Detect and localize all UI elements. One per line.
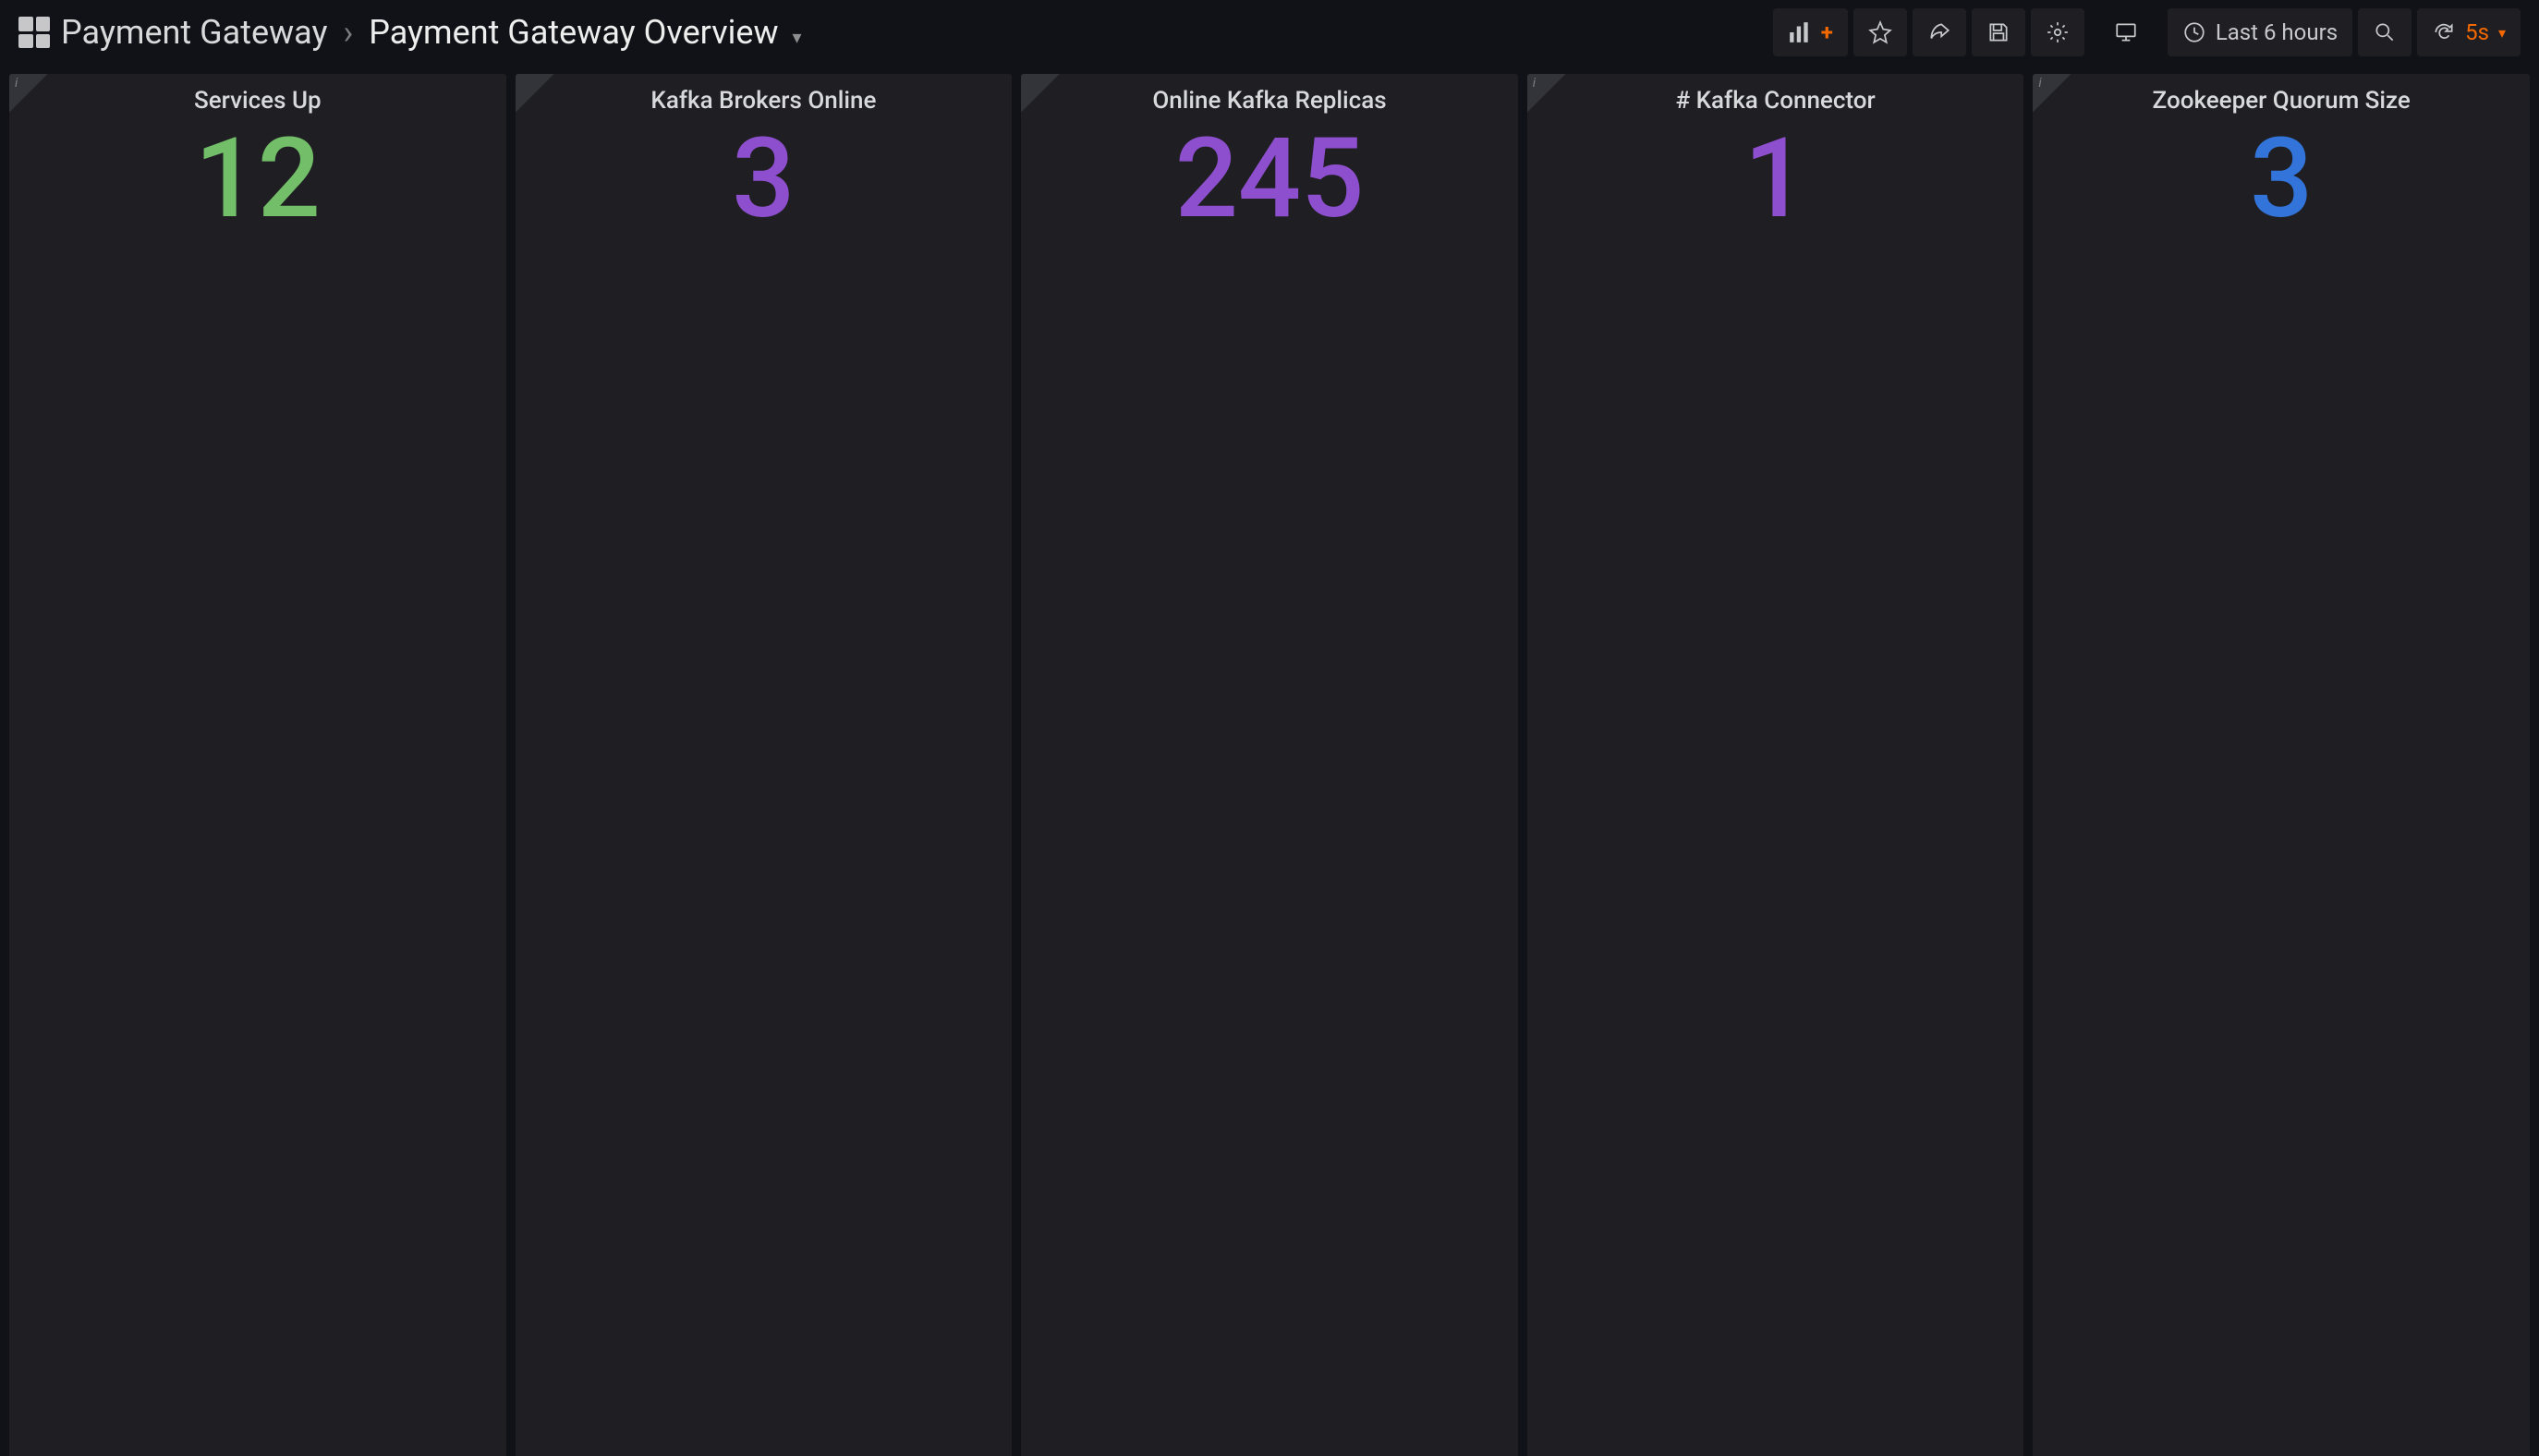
plus-icon: + <box>1821 19 1833 45</box>
panel-title: Services Up <box>9 74 506 118</box>
panel-info-icon[interactable] <box>9 74 48 113</box>
bar-chart-icon <box>1788 20 1812 44</box>
gear-icon <box>2046 20 2070 44</box>
panel-title: Kafka Brokers Online <box>516 74 1013 118</box>
star-icon <box>1868 20 1892 44</box>
stat-kafka-replicas[interactable]: Online Kafka Replicas 245 <box>1021 74 1518 1456</box>
stat-value: 3 <box>2033 118 2530 242</box>
breadcrumb[interactable]: Payment Gateway › Payment Gateway Overvi… <box>61 13 802 52</box>
dashboard-grid-icon[interactable] <box>18 17 50 48</box>
panel-title: Zookeeper Quorum Size <box>2033 74 2530 118</box>
dashboard-grid: Services Up 12 Kafka Brokers Online 3 On… <box>0 65 2539 1456</box>
monitor-icon <box>2114 20 2138 44</box>
stat-value: 1 <box>1527 118 2024 242</box>
refresh-button[interactable]: 5s ▾ <box>2417 8 2521 56</box>
refresh-interval-label: 5s <box>2465 19 2489 45</box>
save-button[interactable] <box>1972 8 2025 56</box>
breadcrumb-root[interactable]: Payment Gateway <box>61 13 328 52</box>
stat-value: 245 <box>1021 118 1518 242</box>
add-panel-button[interactable]: + <box>1773 8 1848 56</box>
panel-title: # Kafka Connector <box>1527 74 2024 118</box>
breadcrumb-current[interactable]: Payment Gateway Overview <box>369 13 778 52</box>
share-button[interactable] <box>1913 8 1966 56</box>
cycle-view-button[interactable] <box>2099 8 2153 56</box>
topbar: Payment Gateway › Payment Gateway Overvi… <box>0 0 2539 65</box>
stat-services-up[interactable]: Services Up 12 <box>9 74 506 1456</box>
share-icon <box>1927 20 1951 44</box>
zoom-out-button[interactable] <box>2358 8 2411 56</box>
panel-info-icon[interactable] <box>2033 74 2071 113</box>
panel-title: Online Kafka Replicas <box>1021 74 1518 118</box>
refresh-icon <box>2432 20 2456 44</box>
stat-kafka-brokers[interactable]: Kafka Brokers Online 3 <box>516 74 1013 1456</box>
save-icon <box>1986 20 2011 44</box>
chevron-right-icon: › <box>343 13 353 52</box>
topbar-left: Payment Gateway › Payment Gateway Overvi… <box>18 13 1764 52</box>
stat-value: 3 <box>516 118 1013 242</box>
star-button[interactable] <box>1853 8 1907 56</box>
clock-icon <box>2182 20 2206 44</box>
panel-info-icon[interactable] <box>1527 74 1566 113</box>
caret-down-icon: ▾ <box>2498 24 2506 42</box>
settings-button[interactable] <box>2031 8 2084 56</box>
stat-zk-quorum[interactable]: Zookeeper Quorum Size 3 <box>2033 74 2530 1456</box>
panel-menu-corner[interactable] <box>1021 74 1060 113</box>
search-icon <box>2373 20 2397 44</box>
caret-down-icon[interactable]: ▾ <box>792 26 801 48</box>
time-range-label: Last 6 hours <box>2216 19 2338 45</box>
stat-kafka-connector[interactable]: # Kafka Connector 1 <box>1527 74 2024 1456</box>
stat-value: 12 <box>9 118 506 242</box>
panel-menu-corner[interactable] <box>516 74 554 113</box>
topbar-right: + Last 6 hours 5s ▾ <box>1773 8 2521 56</box>
time-range-button[interactable]: Last 6 hours <box>2168 8 2352 56</box>
